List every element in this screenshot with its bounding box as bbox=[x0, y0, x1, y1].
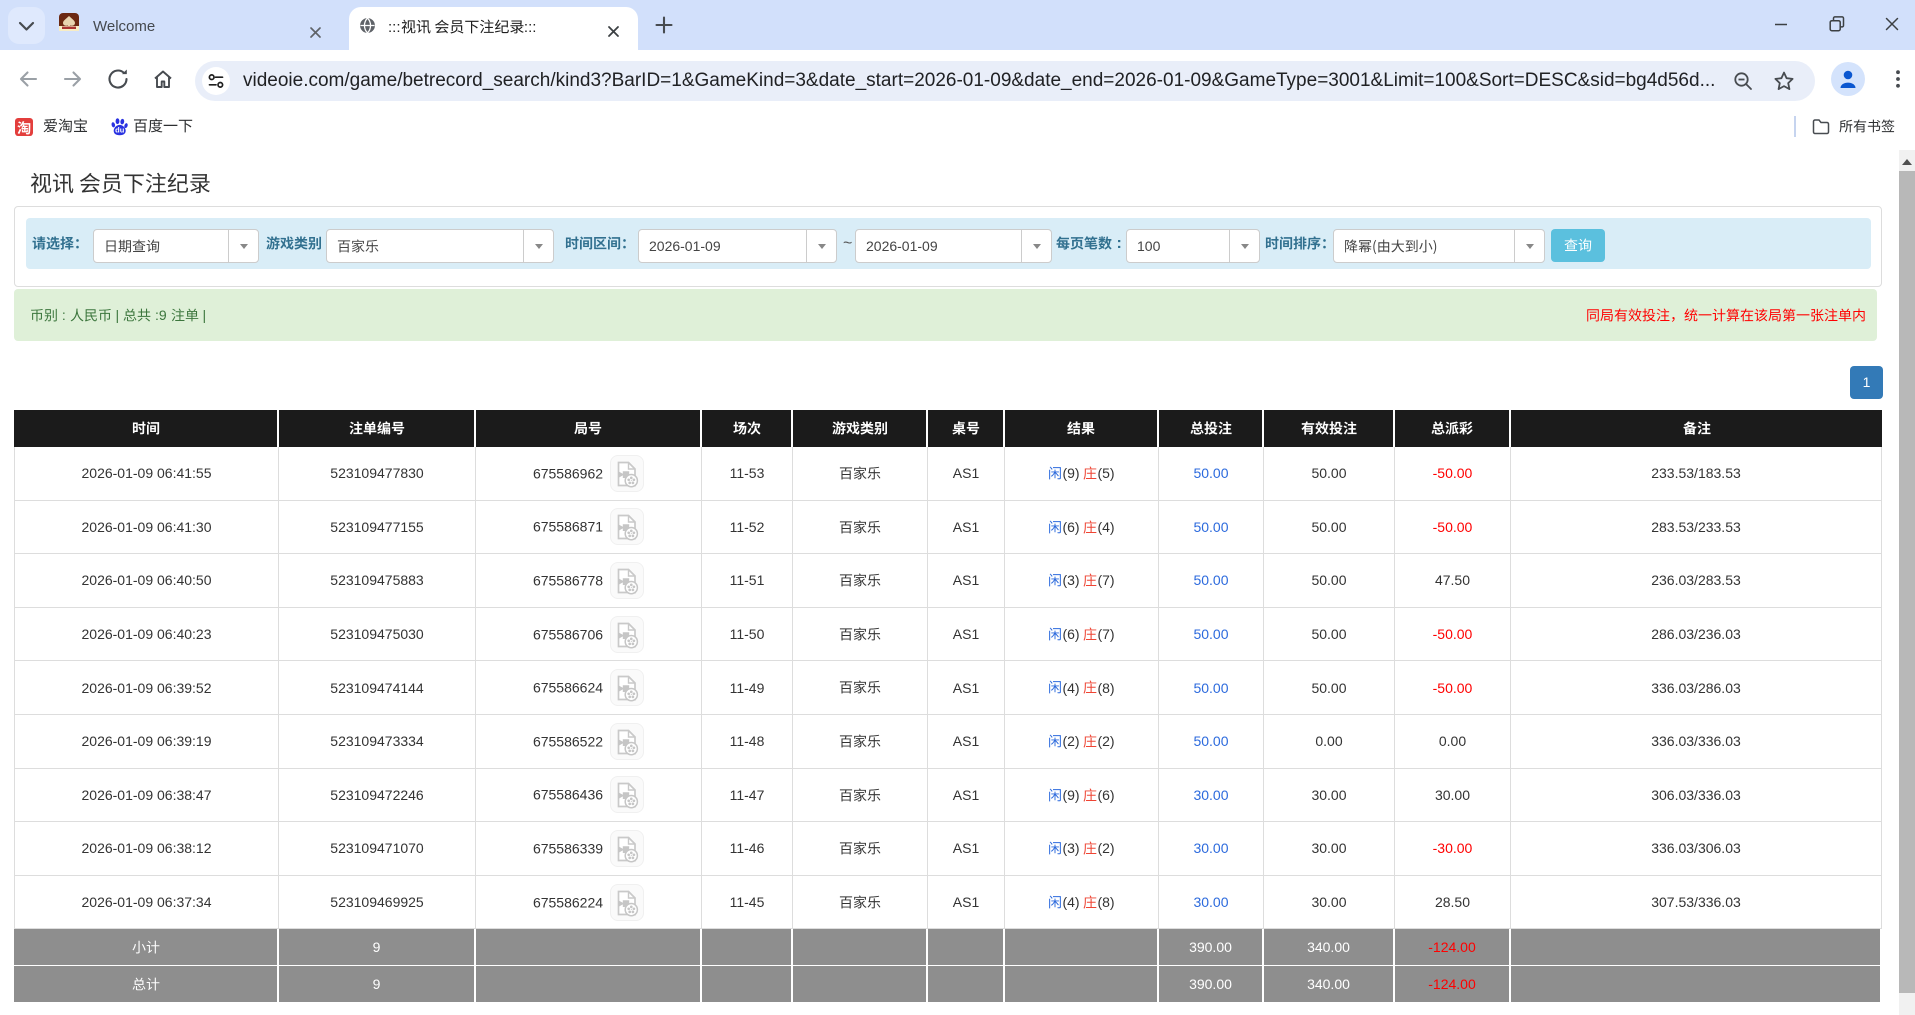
svg-text:du: du bbox=[115, 126, 125, 135]
